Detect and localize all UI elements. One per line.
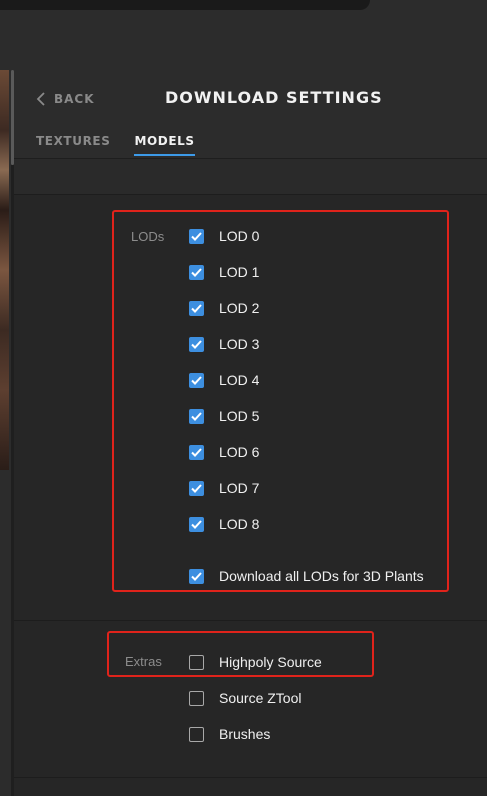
highlight-box-lods <box>112 210 449 592</box>
checkbox-checked-icon[interactable] <box>189 480 204 496</box>
divider-line <box>14 620 487 621</box>
asset-thumbnail-sliver[interactable] <box>0 70 9 470</box>
option-label: LOD 8 <box>219 516 260 532</box>
option-label: LOD 5 <box>219 408 260 424</box>
checkbox-checked-icon[interactable] <box>189 516 204 532</box>
checkbox-checked-icon[interactable] <box>189 336 204 352</box>
lods-label: LODs <box>131 229 165 244</box>
tab-models[interactable]: MODELS <box>134 134 195 156</box>
option-label: Brushes <box>219 726 271 742</box>
checkbox-checked-icon[interactable] <box>189 372 204 388</box>
option-label: LOD 6 <box>219 444 260 460</box>
extras-option[interactable]: Brushes <box>189 725 270 743</box>
lod-option[interactable]: LOD 1 <box>189 263 259 281</box>
checkbox-unchecked-icon[interactable] <box>189 726 204 742</box>
extras-option[interactable]: Highpoly Source <box>189 653 322 671</box>
divider-line <box>14 777 487 778</box>
extras-label: Extras <box>125 654 162 669</box>
checkbox-checked-icon[interactable] <box>189 300 204 316</box>
option-label: Source ZTool <box>219 690 302 706</box>
lod-option[interactable]: LOD 0 <box>189 227 259 245</box>
lod-option[interactable]: LOD 7 <box>189 479 259 497</box>
panel-header: BACK DOWNLOAD SETTINGS TEXTURES MODELS <box>14 60 487 158</box>
checkbox-checked-icon[interactable] <box>189 264 204 280</box>
extras-option[interactable]: Source ZTool <box>189 689 301 707</box>
lod-option[interactable]: LOD 4 <box>189 371 259 389</box>
option-label: LOD 0 <box>219 228 260 244</box>
option-label: LOD 2 <box>219 300 260 316</box>
back-button[interactable]: BACK <box>36 90 95 108</box>
checkbox-unchecked-icon[interactable] <box>189 690 204 706</box>
app-window: BACK DOWNLOAD SETTINGS TEXTURES MODELS L… <box>0 0 487 796</box>
tab-bar: TEXTURES MODELS <box>36 134 195 156</box>
download-settings-panel: BACK DOWNLOAD SETTINGS TEXTURES MODELS L… <box>14 60 487 796</box>
option-label: Download all LODs for 3D Plants <box>219 568 424 584</box>
back-label: BACK <box>54 92 95 106</box>
chevron-left-icon <box>36 92 45 106</box>
lod-option[interactable]: LOD 5 <box>189 407 259 425</box>
checkbox-unchecked-icon[interactable] <box>189 654 204 670</box>
option-label: LOD 3 <box>219 336 260 352</box>
lod-option[interactable]: LOD 2 <box>189 299 259 317</box>
tab-textures[interactable]: TEXTURES <box>36 134 110 156</box>
page-title: DOWNLOAD SETTINGS <box>165 88 383 107</box>
option-label: LOD 7 <box>219 480 260 496</box>
section-divider <box>14 158 487 194</box>
checkbox-checked-icon[interactable] <box>189 444 204 460</box>
top-toolbar-strip <box>0 0 370 10</box>
option-label: Highpoly Source <box>219 654 322 670</box>
checkbox-checked-icon[interactable] <box>189 228 204 244</box>
checkbox-checked-icon[interactable] <box>189 568 204 584</box>
option-label: LOD 1 <box>219 264 260 280</box>
option-label: LOD 4 <box>219 372 260 388</box>
checkbox-checked-icon[interactable] <box>189 408 204 424</box>
lod-option[interactable]: LOD 6 <box>189 443 259 461</box>
download-all-lods-plants-option[interactable]: Download all LODs for 3D Plants <box>189 567 424 585</box>
lod-option[interactable]: LOD 3 <box>189 335 259 353</box>
divider-line <box>14 194 487 195</box>
lod-option[interactable]: LOD 8 <box>189 515 259 533</box>
